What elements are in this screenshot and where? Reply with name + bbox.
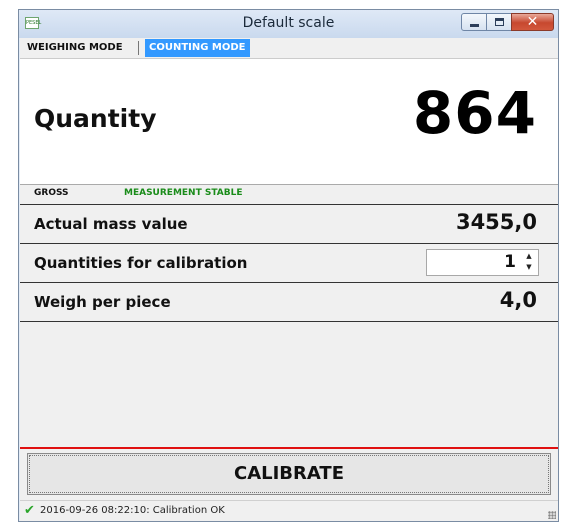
client-area: WEIGHING MODE COUNTING MODE Quantity 864… (20, 38, 558, 521)
actual-mass-value: 3455,0 (455, 210, 537, 234)
stepper-down-icon[interactable]: ▼ (524, 262, 534, 273)
quantity-display: Quantity 864 (20, 58, 558, 185)
weigh-per-piece-value: 4,0 (499, 288, 537, 312)
stability-indicator: MEASUREMENT STABLE (124, 188, 243, 198)
row-divider (20, 321, 558, 322)
resize-grip-icon[interactable] (548, 511, 556, 519)
measurement-status: GROSS MEASUREMENT STABLE (20, 185, 558, 202)
actual-mass-row: Actual mass value 3455,0 (20, 204, 558, 243)
calibration-quantity-value[interactable]: 1 (504, 252, 516, 272)
calibrate-button[interactable]: CALIBRATE (27, 453, 551, 495)
weigh-per-piece-label: Weigh per piece (34, 293, 171, 311)
mode-tabs: WEIGHING MODE COUNTING MODE (20, 38, 558, 58)
calibration-quantity-row: Quantities for calibration 1 ▲ ▼ (20, 243, 558, 282)
checkmark-icon: ✔ (24, 503, 35, 518)
status-message: 2016-09-26 08:22:10: Calibration OK (40, 505, 225, 516)
status-bar: ✔ 2016-09-26 08:22:10: Calibration OK (20, 500, 558, 521)
close-icon: ✕ (526, 14, 539, 30)
maximize-icon (495, 18, 504, 26)
tab-weighing-mode[interactable]: WEIGHING MODE (23, 39, 127, 57)
calibration-quantity-label: Quantities for calibration (34, 254, 248, 272)
calibration-quantity-stepper[interactable]: 1 ▲ ▼ (426, 249, 539, 276)
title-bar[interactable]: PESEL Default scale ✕ (19, 10, 558, 38)
gross-indicator: GROSS (34, 188, 69, 198)
stepper-up-icon[interactable]: ▲ (524, 251, 534, 262)
minimize-icon (470, 24, 479, 27)
close-button[interactable]: ✕ (511, 13, 554, 31)
tab-separator (138, 41, 139, 55)
quantity-value: 864 (412, 79, 537, 147)
tab-counting-mode[interactable]: COUNTING MODE (145, 39, 250, 57)
actual-mass-label: Actual mass value (34, 215, 188, 233)
red-separator (20, 447, 558, 449)
app-window: PESEL Default scale ✕ WEIGHING MODE COUN… (18, 9, 559, 522)
maximize-button[interactable] (486, 13, 512, 31)
minimize-button[interactable] (461, 13, 487, 31)
quantity-label: Quantity (34, 104, 157, 133)
window-controls: ✕ (461, 13, 554, 32)
weigh-per-piece-row: Weigh per piece 4,0 (20, 282, 558, 321)
